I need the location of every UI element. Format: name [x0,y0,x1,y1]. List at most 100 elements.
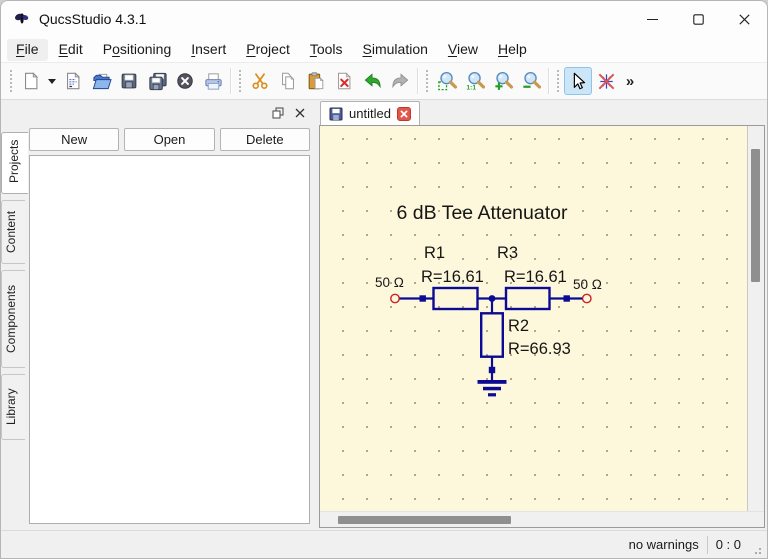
new-project-button[interactable]: New [29,128,120,151]
menu-simulation[interactable]: Simulation [354,39,437,61]
horizontal-scrollbar-thumb[interactable] [338,516,511,524]
document-tab-label: untitled [349,106,391,121]
document-area: untitled 6 dB Tee Attenuator R1 R3 R=16.… [319,100,767,530]
redo-icon [391,72,408,88]
toolbar-separator [548,68,549,94]
titlebar: QucsStudio 4.3.1 [1,1,767,37]
label-port-right[interactable]: 50 Ω [573,277,602,292]
app-window: QucsStudio 4.3.1 File Edit Positioning I… [0,0,768,559]
select-tool-button[interactable] [564,67,592,95]
minimize-icon[interactable] [629,1,675,37]
label-r2-value[interactable]: R=66.93 [508,340,571,358]
undo-button[interactable] [358,67,386,95]
label-r3-value[interactable]: R=16.61 [504,268,567,286]
menu-tools[interactable]: Tools [301,39,352,61]
label-r1-value[interactable]: R=16.61 [421,268,484,286]
schematic-title[interactable]: 6 dB Tee Attenuator [397,202,568,224]
new-file-button[interactable] [17,67,45,95]
port-right[interactable] [581,293,592,304]
dock-float-icon[interactable] [270,105,286,121]
projects-dock: Projects Content Components Library New … [1,100,314,530]
zoom-in-button[interactable] [489,67,517,95]
zoom-out-button[interactable] [517,67,545,95]
resize-grip[interactable] [749,542,763,556]
open-file-button[interactable] [87,67,115,95]
sidebar-tab-projects[interactable]: Projects [1,132,28,194]
close-circle-icon [177,73,193,89]
cut-button[interactable] [246,67,274,95]
zoom-fit-button[interactable] [433,67,461,95]
document-tabbar: untitled [319,100,765,125]
zoom-1-1-button[interactable]: 1:1 [461,67,489,95]
open-folder-icon [92,73,112,89]
document-tab-untitled[interactable]: untitled [320,101,420,125]
close-icon[interactable] [721,1,767,37]
select-cursor-icon [573,72,586,90]
save-all-icon [148,72,167,90]
paste-clipboard-icon [308,72,324,90]
toolbar-handle[interactable] [238,69,242,93]
sidebar-tab-library[interactable]: Library [1,374,25,440]
close-document-button[interactable] [171,67,199,95]
print-button[interactable] [199,67,227,95]
new-text-document-button[interactable] [59,67,87,95]
vertical-scrollbar[interactable] [748,126,764,511]
open-project-button[interactable]: Open [124,128,215,151]
toolbar-handle[interactable] [9,69,13,93]
menu-help[interactable]: Help [489,39,536,61]
dock-close-icon[interactable] [292,105,308,121]
toolbar-overflow-button[interactable]: » [620,73,640,90]
port-left[interactable] [390,293,400,304]
delete-icon [338,72,351,90]
menu-file[interactable]: File [7,38,48,61]
save-button[interactable] [115,67,143,95]
zoom-in-icon [494,71,513,90]
delete-button[interactable] [330,67,358,95]
label-port-left[interactable]: 50 Ω [375,275,404,290]
resistor-r1[interactable] [432,286,479,311]
deactivate-button[interactable] [592,67,620,95]
menu-insert[interactable]: Insert [182,39,235,61]
resistor-r2[interactable] [479,312,504,358]
zoom-out-icon [522,71,541,89]
tab-close-icon[interactable] [396,106,411,121]
label-r1-name[interactable]: R1 [424,244,445,262]
paste-button[interactable] [302,67,330,95]
maximize-icon[interactable] [675,1,721,37]
ground-symbol[interactable] [477,380,507,397]
menu-project[interactable]: Project [237,39,299,61]
delete-project-button[interactable]: Delete [219,128,310,151]
schematic-frame: 6 dB Tee Attenuator R1 R3 R=16.61 R=16.6… [319,125,765,528]
project-list[interactable] [29,155,310,524]
horizontal-scrollbar[interactable] [320,511,764,527]
resistor-r3[interactable] [504,286,551,311]
label-r3-name[interactable]: R3 [497,244,518,262]
print-icon [204,72,222,90]
new-text-document-icon [67,72,81,90]
toolbar-handle[interactable] [556,69,560,93]
copy-button[interactable] [274,67,302,95]
sidebar-tab-components[interactable]: Components [1,270,25,368]
projects-panel: New Open Delete [28,125,314,530]
menu-view[interactable]: View [439,39,487,61]
new-file-dropdown-button[interactable] [45,67,59,95]
toolbar-separator [230,68,231,94]
menu-positioning[interactable]: Positioning [94,39,181,61]
redo-button[interactable] [386,67,414,95]
schematic-drawing: 6 dB Tee Attenuator R1 R3 R=16.61 R=16.6… [375,202,602,397]
toolbar-handle[interactable] [425,69,429,93]
copy-icon [282,72,295,90]
toolbar: 1:1 » [1,63,767,100]
app-logo-icon [14,13,29,24]
window-controls [629,1,767,37]
main-body: Projects Content Components Library New … [1,100,767,530]
label-r2-name[interactable]: R2 [508,317,529,335]
save-all-button[interactable] [143,67,171,95]
window-title: QucsStudio 4.3.1 [39,11,147,27]
sidebar-tab-content[interactable]: Content [1,200,25,264]
schematic-canvas[interactable]: 6 dB Tee Attenuator R1 R3 R=16.61 R=16.6… [320,126,748,511]
save-state-icon [329,107,343,120]
status-warnings: no warnings [628,537,699,552]
menu-edit[interactable]: Edit [50,39,92,61]
vertical-scrollbar-thumb[interactable] [751,149,760,282]
